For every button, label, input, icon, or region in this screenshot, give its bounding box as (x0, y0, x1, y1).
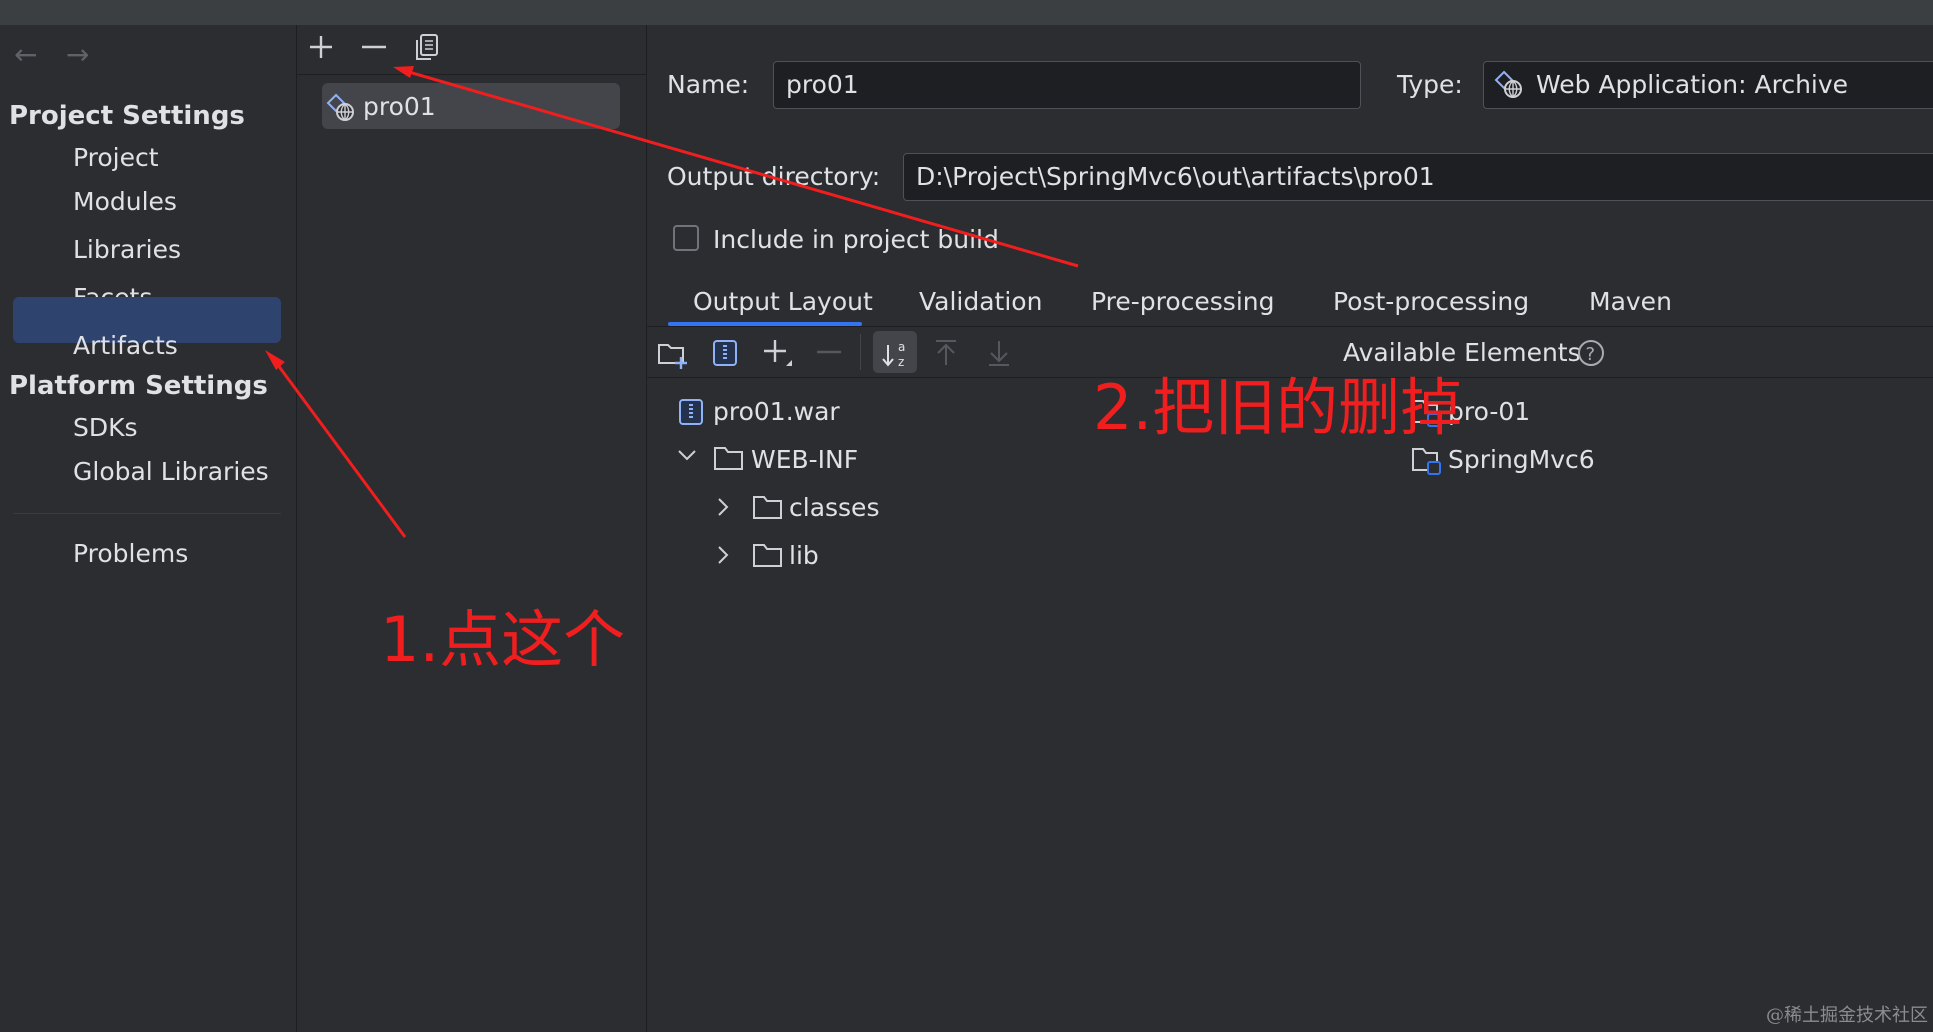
annotation-arrowhead-2 (393, 66, 414, 78)
annotation-arrow-1 (270, 356, 407, 538)
annotation-step-1: 1.点这个 (380, 603, 626, 676)
annotation-arrowhead-1 (265, 350, 285, 370)
annotation-arrow-2 (401, 68, 1079, 268)
watermark: @稀土掘金技术社区 (1766, 1005, 1928, 1026)
annotation-arrows (265, 66, 1079, 538)
annotation-step-2: 2.把旧的删掉 (1093, 371, 1463, 444)
